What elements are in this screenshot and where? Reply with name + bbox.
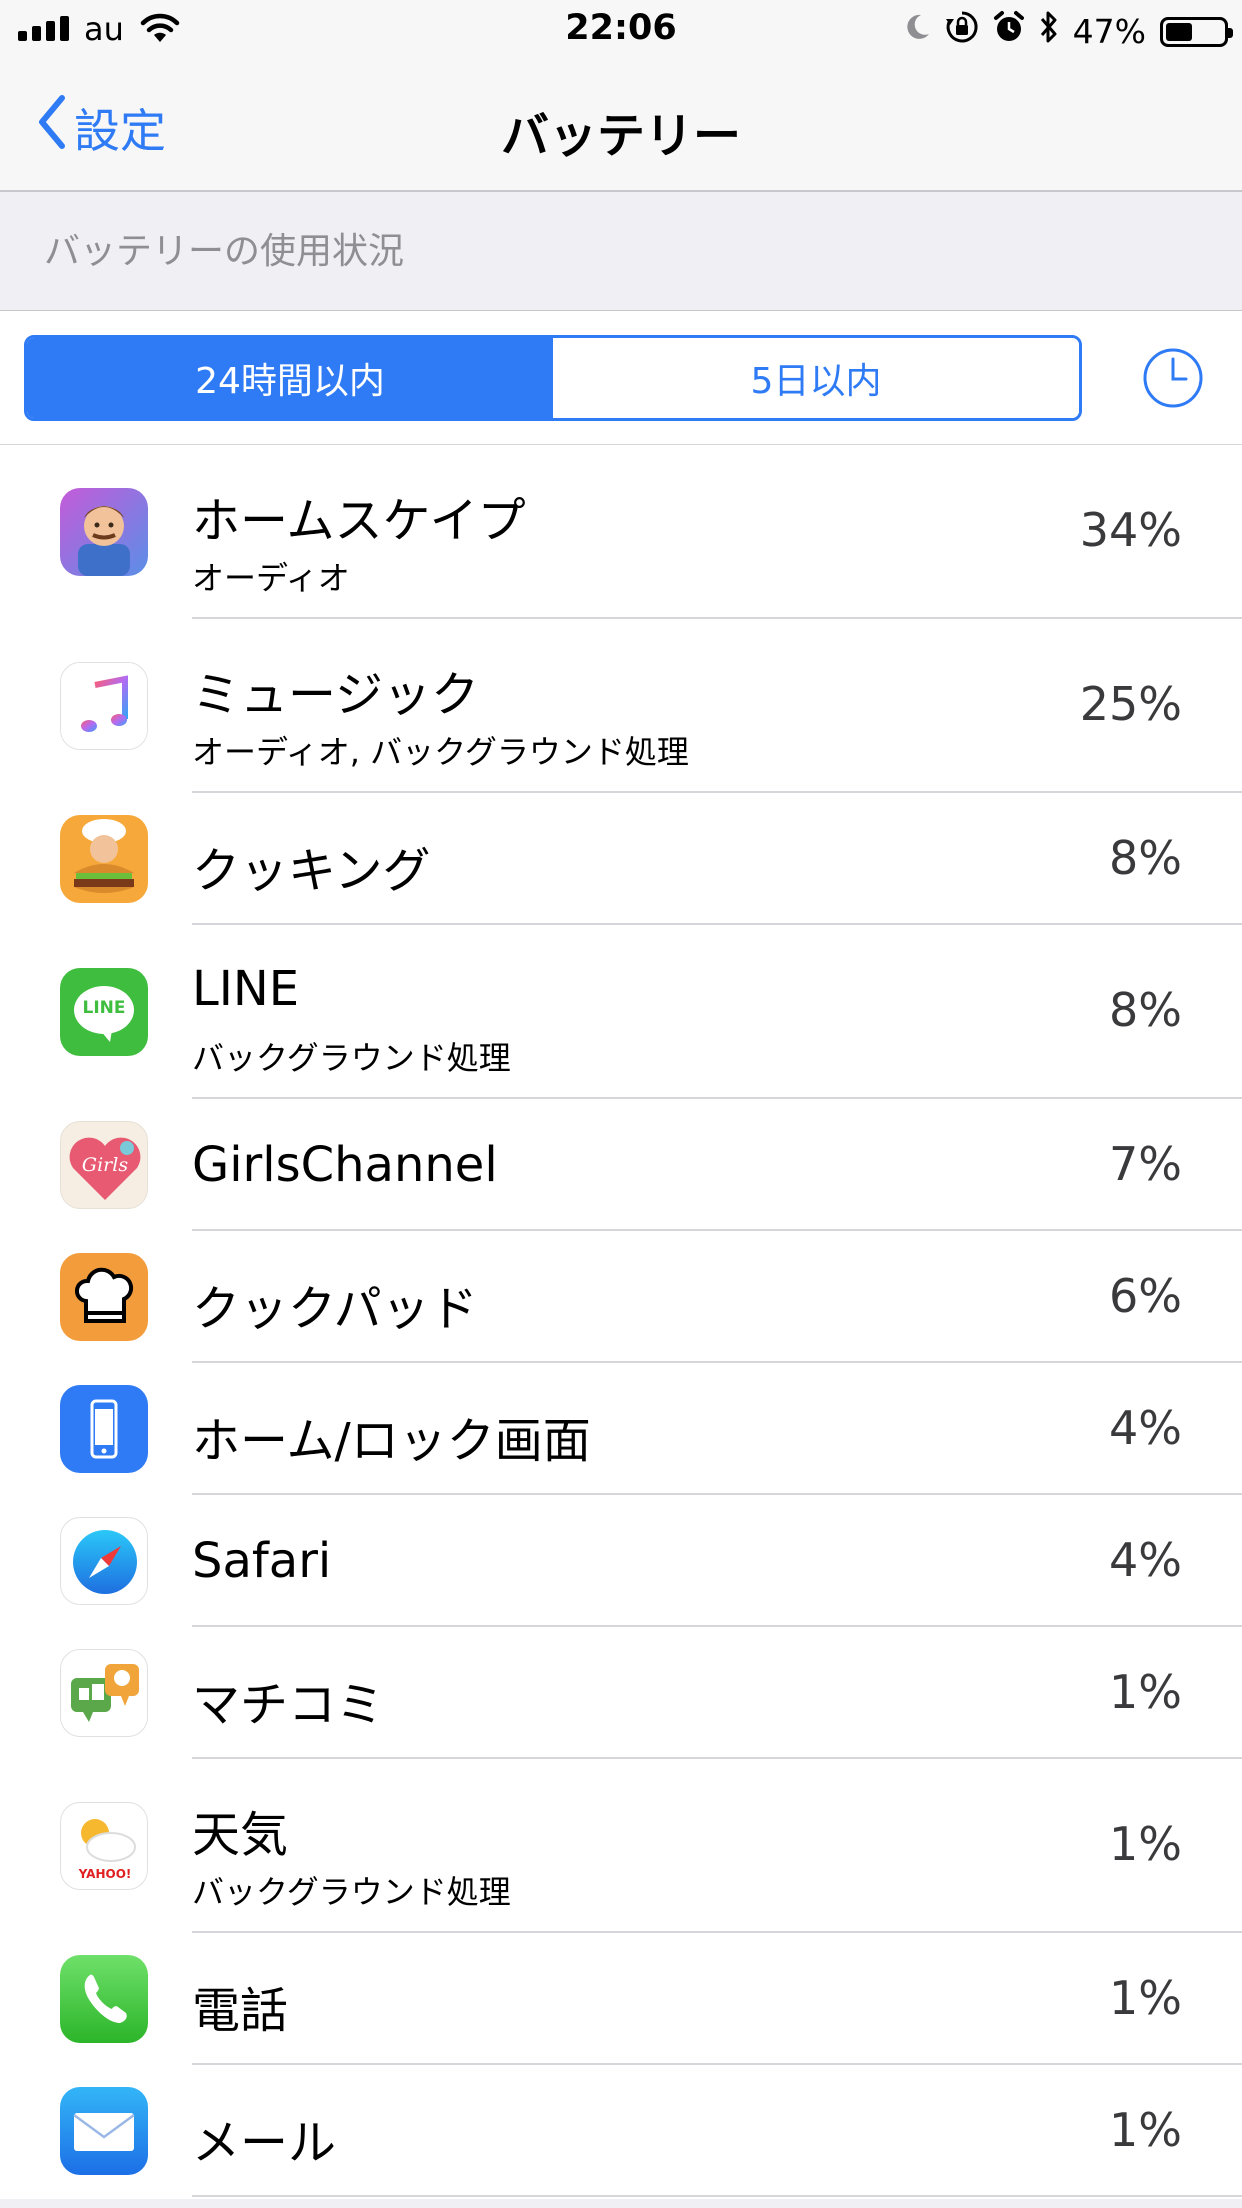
list-item[interactable]: ミュージック オーディオ, バックグラウンド処理 25% [0, 619, 1242, 793]
list-item[interactable]: Safari 4% [0, 1495, 1242, 1627]
girlschannel-icon: Girls [60, 1121, 148, 1209]
list-item[interactable]: YAHOO! 天気 バックグラウンド処理 1% [0, 1759, 1242, 1933]
usage-percent: 4% [1109, 1533, 1182, 1587]
list-item[interactable]: マチコミ 1% [0, 1627, 1242, 1759]
battery-settings-screen: au 22:06 47% 設定 バッテリー バッテリーの使用状況 24時間以内 … [0, 0, 1242, 2208]
app-detail: バックグラウンド処理 [192, 1039, 511, 1077]
usage-percent: 4% [1109, 1401, 1182, 1455]
rotation-lock-icon [945, 10, 979, 53]
app-usage-list: ホームスケイプ オーディオ 34% ミュージック オーディオ, バックグラウンド… [0, 444, 1242, 2197]
battery-percent: 47% [1072, 12, 1146, 51]
bluetooth-icon [1039, 10, 1059, 53]
machikomi-icon [60, 1649, 148, 1737]
app-detail: オーディオ, バックグラウンド処理 [192, 733, 689, 771]
app-name: 天気 [192, 1807, 289, 1863]
app-name: 電話 [192, 1983, 289, 2039]
safari-icon [60, 1517, 148, 1605]
app-name: メール [192, 2115, 337, 2171]
app-name: クッキング [192, 843, 431, 899]
segment-5-days[interactable]: 5日以内 [553, 338, 1079, 418]
app-name: Safari [192, 1533, 332, 1589]
usage-percent: 1% [1109, 1817, 1182, 1871]
alarm-icon [993, 10, 1025, 53]
usage-percent: 7% [1109, 1137, 1182, 1191]
usage-content: 24時間以内 5日以内 ホームスケイプ オーディオ 34% ミュージック オーデ… [0, 310, 1242, 2199]
status-right-group: 47% [903, 10, 1233, 53]
list-item[interactable]: クッキング 8% [0, 793, 1242, 925]
line-icon: LINE [60, 968, 148, 1056]
usage-percent: 6% [1109, 1269, 1182, 1323]
navigation-bar: 設定 バッテリー [0, 62, 1242, 192]
section-header: バッテリーの使用状況 [0, 192, 1242, 310]
app-name: ミュージック [192, 667, 480, 723]
moon-icon [903, 12, 931, 51]
phone-icon [60, 1955, 148, 2043]
app-name: GirlsChannel [192, 1137, 498, 1193]
music-icon [60, 662, 148, 750]
usage-percent: 34% [1079, 503, 1182, 557]
usage-percent: 8% [1109, 983, 1182, 1037]
page-title: バッテリー [500, 108, 741, 164]
list-item[interactable]: ホームスケイプ オーディオ 34% [0, 445, 1242, 619]
time-range-segmented-control[interactable]: 24時間以内 5日以内 [24, 335, 1082, 421]
cooking-icon [60, 815, 148, 903]
list-item[interactable]: クックパッド 6% [0, 1231, 1242, 1363]
app-name: マチコミ [192, 1677, 385, 1733]
list-item[interactable]: Girls GirlsChannel 7% [0, 1099, 1242, 1231]
section-header-label: バッテリーの使用状況 [44, 231, 405, 272]
status-bar: au 22:06 47% [0, 0, 1242, 62]
list-item[interactable]: ホーム/ロック画面 4% [0, 1363, 1242, 1495]
app-name: ホームスケイプ [192, 493, 526, 549]
usage-percent: 1% [1109, 1665, 1182, 1719]
cookpad-icon [60, 1253, 148, 1341]
home-lock-screen-icon [60, 1385, 148, 1473]
usage-percent: 1% [1109, 1971, 1182, 2025]
list-item[interactable]: メール 1% [0, 2065, 1242, 2197]
weather-icon: YAHOO! [60, 1802, 148, 1890]
segment-24-hours[interactable]: 24時間以内 [27, 338, 553, 418]
mail-icon [60, 2087, 148, 2175]
app-name: LINE [192, 961, 300, 1017]
battery-icon [1160, 16, 1233, 47]
usage-percent: 8% [1109, 831, 1182, 885]
list-item[interactable]: LINE LINE バックグラウンド処理 8% [0, 925, 1242, 1099]
list-item[interactable]: 電話 1% [0, 1933, 1242, 2065]
usage-percent: 25% [1079, 677, 1182, 731]
app-detail: バックグラウンド処理 [192, 1873, 511, 1911]
clock-icon[interactable] [1142, 347, 1204, 409]
app-name: クックパッド [192, 1281, 478, 1337]
usage-percent: 1% [1109, 2103, 1182, 2157]
app-name: ホーム/ロック画面 [192, 1413, 591, 1469]
app-detail: オーディオ [192, 559, 350, 597]
homescapes-icon [60, 488, 148, 576]
